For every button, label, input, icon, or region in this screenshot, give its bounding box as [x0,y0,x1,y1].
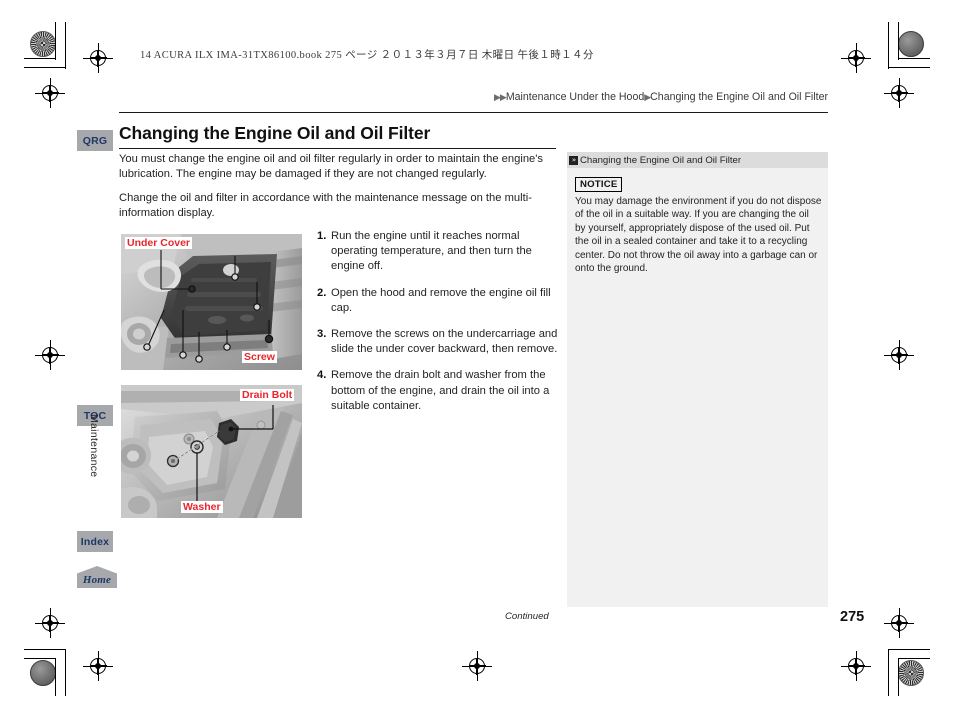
intro-paragraph-1: You must change the engine oil and oil f… [119,153,544,181]
chapter-label-vertical: Maintenance [88,414,100,478]
tab-index[interactable]: Index [77,531,113,552]
procedure-steps: 1. Run the engine until it reaches norma… [317,229,560,425]
registration-crosshair-bottom-right-inner [841,651,871,681]
registration-burst-top-left [30,31,56,57]
figure-callout-under-cover: Under Cover [125,237,193,249]
continued-label: Continued [505,611,549,622]
notice-badge: NOTICE [575,177,623,192]
tab-home[interactable]: Home [77,566,117,588]
breadcrumb: ▶▶Maintenance Under the Hood▶Changing th… [494,91,828,103]
step-item: 4. Remove the drain bolt and washer from… [317,368,560,414]
figure-undercarriage-image [121,234,302,370]
registration-crosshair-right-middle [884,340,914,370]
notice-block: NOTICE You may damage the environment if… [575,174,822,275]
figure-drain-bolt: Drain Bolt Washer [121,385,302,518]
registration-crosshair-bottom-middle [462,651,492,681]
step-item: 1. Run the engine until it reaches norma… [317,229,560,275]
step-text: Remove the screws on the undercarriage a… [331,328,558,356]
registration-crosshair-top-left-outer [35,78,65,108]
figure-callout-screw: Screw [242,351,277,363]
step-item: 3. Remove the screws on the undercarriag… [317,327,560,357]
side-panel-header: » Changing the Engine Oil and Oil Filter [567,152,828,168]
registration-burst-bottom-right [898,660,924,686]
manual-page: 14 ACURA ILX IMA-31TX86100.book 275 ページ … [0,0,954,718]
registration-crosshair-top-right-inner [841,43,871,73]
breadcrumb-topic[interactable]: Changing the Engine Oil and Oil Filter [650,91,828,103]
page-number: 275 [840,609,865,625]
figure-callout-drain-bolt: Drain Bolt [240,389,295,401]
registration-crosshair-bottom-right-outer [884,608,914,638]
intro-paragraph-2: Change the oil and filter in accordance … [119,192,532,220]
notice-text: You may damage the environment if you do… [575,196,822,275]
registration-crosshair-bottom-left-outer [35,608,65,638]
side-panel-header-text: Changing the Engine Oil and Oil Filter [580,154,742,166]
step-text: Remove the drain bolt and washer from th… [331,369,550,412]
figure-undercarriage: Under Cover Screw [121,234,302,370]
step-number: 4. [317,369,327,382]
breadcrumb-marker-icon: ▶▶ [493,92,507,102]
registration-burst-top-right [898,31,924,57]
figure-callout-washer: Washer [181,501,223,513]
double-chevron-icon: » [569,155,578,165]
step-number: 2. [317,286,327,299]
breadcrumb-section[interactable]: Maintenance Under the Hood [506,91,644,103]
step-text: Run the engine until it reaches normal o… [331,230,532,273]
step-number: 3. [317,328,327,341]
header-rule [119,112,828,114]
page-title: Changing the Engine Oil and Oil Filter [119,123,431,143]
step-text: Open the hood and remove the engine oil … [331,286,551,314]
registration-crosshair-top-right-outer [884,78,914,108]
tab-qrg[interactable]: QRG [77,130,113,151]
print-slug-line: 14 ACURA ILX IMA-31TX86100.book 275 ページ … [140,50,594,61]
step-number: 1. [317,230,327,242]
registration-crosshair-bottom-left-inner [83,651,113,681]
registration-crosshair-left-middle [35,340,65,370]
registration-burst-bottom-left [30,660,56,686]
step-item: 2. Open the hood and remove the engine o… [317,286,560,316]
registration-crosshair-top-left-inner [83,43,113,73]
title-rule [119,148,556,150]
figure-drain-bolt-image [121,385,302,518]
